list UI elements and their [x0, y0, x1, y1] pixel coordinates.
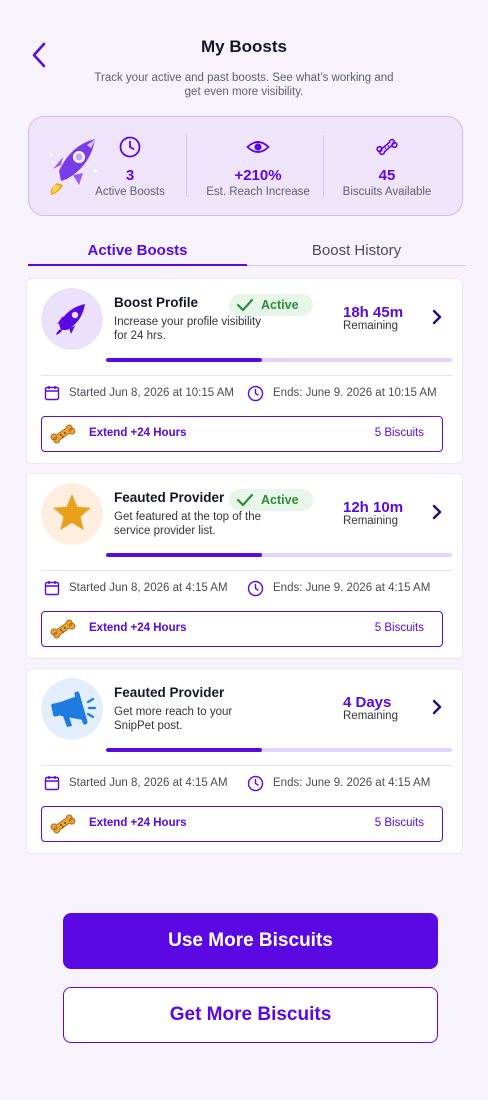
time-remaining: 18h 45m [343, 304, 404, 321]
progress-bar [106, 358, 452, 362]
end-date: Ends: June 9. 2026 at 4:15 AM [273, 777, 431, 789]
check-icon [236, 493, 254, 507]
extend-boost-button[interactable]: Extend +24 Hours 5 Biscuits [41, 611, 443, 647]
progress-bar [106, 553, 452, 557]
extend-label: Extend +24 Hours [89, 622, 187, 634]
boost-card[interactable]: Boost Profile Increase your profile visi… [26, 278, 463, 464]
boost-card[interactable]: Feauted Provider Get more reach to your … [26, 668, 463, 854]
remaining-label: Remaining [343, 515, 398, 527]
stat-value: 45 [378, 167, 396, 184]
tab-bar: Active Boosts Boost History [28, 238, 466, 268]
get-more-biscuits-button[interactable]: Get More Biscuits [63, 987, 438, 1043]
stats-panel: 3 Active Boosts +210% Est. Reach Increas… [28, 116, 463, 216]
page-subtitle: Track your active and past boosts. See w… [94, 72, 394, 98]
progress-fill [106, 358, 262, 362]
status-badge: Active [229, 294, 313, 316]
end-date: Ends: June 9. 2026 at 10:15 AM [273, 387, 437, 399]
progress-fill [106, 553, 262, 557]
timer-icon [247, 775, 264, 792]
boost-description: Get featured at the top of the service p… [114, 511, 262, 537]
use-more-biscuits-button[interactable]: Use More Biscuits [63, 913, 438, 969]
status-label: Active [261, 298, 299, 312]
boost-name: Boost Profile [114, 295, 199, 310]
boost-name: Feauted Provider [114, 685, 225, 700]
extend-cost: 5 Biscuits [374, 622, 424, 634]
extend-cost: 5 Biscuits [374, 817, 424, 829]
biscuit-icon [376, 138, 398, 156]
boost-card[interactable]: Feauted Provider Get featured at the top… [26, 473, 463, 659]
stat-label: Active Boosts [95, 186, 165, 198]
clock-icon [119, 136, 141, 158]
remaining-label: Remaining [343, 320, 398, 332]
start-date: Started Jun 8, 2026 at 10:15 AM [69, 387, 234, 399]
biscuit-bone-icon [50, 424, 76, 444]
tab-boost-history[interactable]: Boost History [247, 238, 466, 266]
check-icon [236, 298, 254, 312]
stat-divider [186, 135, 187, 197]
divider [41, 570, 452, 571]
time-remaining: 4 Days [343, 694, 392, 711]
status-label: Active [261, 493, 299, 507]
megaphone-icon [41, 678, 103, 740]
page-title: My Boosts [201, 37, 287, 56]
star-icon [41, 483, 103, 545]
biscuit-bone-icon [50, 619, 76, 639]
time-remaining: 12h 10m [343, 499, 404, 516]
remaining-label: Remaining [343, 710, 398, 722]
extend-label: Extend +24 Hours [89, 817, 187, 829]
boost-description: Get more reach to your SnipPet post. [114, 706, 233, 732]
divider [41, 375, 452, 376]
boost-name: Feauted Provider [114, 490, 225, 505]
chevron-right-icon[interactable] [429, 697, 445, 717]
stat-active-boosts: 3 Active Boosts [87, 117, 173, 217]
progress-bar [106, 748, 452, 752]
progress-fill [106, 748, 262, 752]
stat-biscuits-available: 45 Biscuits Available [329, 117, 445, 217]
calendar-icon [44, 776, 60, 791]
timer-icon [247, 385, 264, 402]
biscuit-bone-icon [50, 814, 76, 834]
chevron-right-icon[interactable] [429, 502, 445, 522]
stat-reach-increase: +210% Est. Reach Increase [191, 117, 325, 217]
timer-icon [247, 580, 264, 597]
extend-cost: 5 Biscuits [374, 427, 424, 439]
eye-icon [246, 141, 270, 153]
calendar-icon [44, 581, 60, 596]
stat-label: Est. Reach Increase [206, 186, 310, 198]
stat-label: Biscuits Available [342, 186, 432, 198]
end-date: Ends: June 9. 2026 at 4:15 AM [273, 582, 431, 594]
divider [41, 765, 452, 766]
start-date: Started Jun 8, 2026 at 4:15 AM [69, 777, 228, 789]
stat-value: +210% [234, 167, 282, 184]
rocket-icon [41, 288, 103, 350]
extend-boost-button[interactable]: Extend +24 Hours 5 Biscuits [41, 416, 443, 452]
start-date: Started Jun 8, 2026 at 4:15 AM [69, 582, 228, 594]
chevron-right-icon[interactable] [429, 307, 445, 327]
header: My Boosts Track your active and past boo… [0, 0, 488, 110]
stat-divider [323, 135, 324, 197]
tab-active-boosts[interactable]: Active Boosts [28, 238, 247, 266]
stat-value: 3 [125, 167, 135, 184]
extend-boost-button[interactable]: Extend +24 Hours 5 Biscuits [41, 806, 443, 842]
status-badge: Active [229, 489, 313, 511]
calendar-icon [44, 386, 60, 401]
extend-label: Extend +24 Hours [89, 427, 187, 439]
boost-description: Increase your profile visibility for 24 … [114, 316, 262, 342]
